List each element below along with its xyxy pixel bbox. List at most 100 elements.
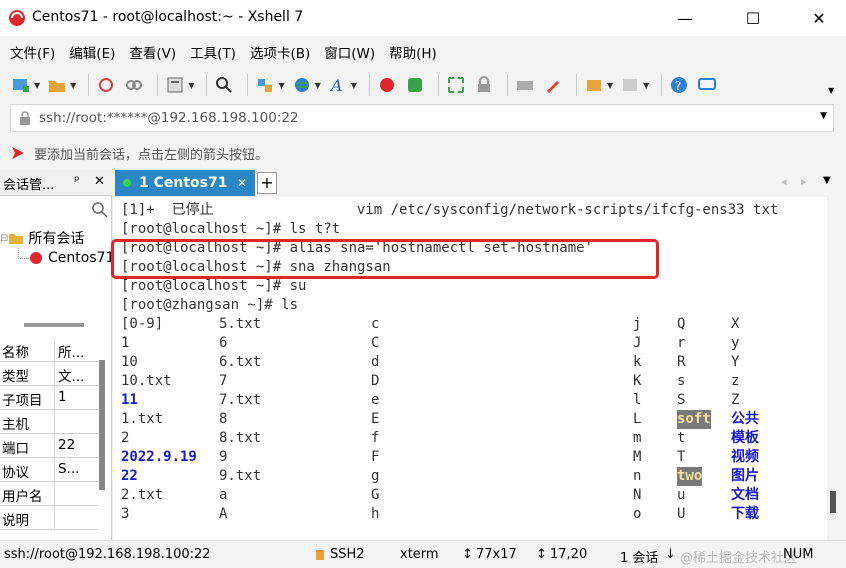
menu-window[interactable]: 窗口(W) [324,42,375,62]
panel-splitter[interactable] [24,323,84,327]
tab-scroll-right-icon[interactable]: ▸ [801,175,807,188]
chat-icon[interactable] [696,74,718,96]
menu-bar: 文件(F) 编辑(E) 查看(V) 工具(T) 选项卡(B) 窗口(W) 帮助(… [0,38,846,66]
status-sessions: 1 会话 [620,551,659,566]
fullscreen-icon[interactable] [445,74,467,96]
ls-entry: 9.txt [219,468,262,484]
ls-entry: 22 [121,468,138,484]
menu-tools[interactable]: 工具(T) [190,42,236,62]
ls-entry: l [633,392,642,408]
tab-scroll-left-icon[interactable]: ◂ [781,175,787,188]
ls-entry: E [371,411,380,427]
title-bar: Centos71 - root@localhost:~ - Xshell 7 —… [0,0,846,36]
highlight-icon[interactable] [542,74,564,96]
session-manager-panel: 会话管... ᵖ ✕ ⊟ 所有会话 Centos71 名称 所... 类型 文...… [0,170,114,540]
ls-entry: X [731,316,740,332]
pin-icon[interactable]: ᵖ [74,174,80,189]
ls-entry: u [677,487,686,503]
panel-close-icon[interactable]: ✕ [94,174,105,189]
properties-scrollbar[interactable] [99,360,105,490]
ls-entry: R [677,354,686,370]
disconnect-icon[interactable] [123,74,145,96]
ls-entry: f [371,430,380,446]
find-icon[interactable] [213,74,235,96]
folder-icon [9,234,24,244]
tab-centos71[interactable]: 1 Centos71 ✕ [115,170,255,196]
maximize-button[interactable]: ☐ [730,0,776,36]
toolbar-overflow-icon[interactable]: ▼ [828,86,834,95]
open-folder-icon[interactable] [46,74,68,96]
search-icon[interactable] [92,202,108,218]
address-input[interactable]: ssh://root:******@192.168.198.100:22 [39,110,299,126]
help-icon[interactable]: ? [668,74,690,96]
prop-row: 说明 [0,506,98,530]
menu-help[interactable]: 帮助(H) [389,42,437,62]
address-dropdown-icon[interactable]: ▼ [820,111,827,121]
ls-entry: n [633,468,642,484]
globe-icon[interactable] [291,74,313,96]
ls-entry: G [371,487,380,503]
terminal-scrollbar[interactable] [827,197,846,540]
status-size: 77x17 [476,547,517,562]
menu-view[interactable]: 查看(V) [129,42,176,62]
tab-list-icon[interactable]: ▼ [823,175,831,186]
address-bar[interactable]: ssh://root:******@192.168.198.100:22 ▼ [10,104,834,132]
layout-icon[interactable] [619,74,641,96]
new-tab-button[interactable]: + [257,172,277,194]
prop-row: 主机 [0,410,98,434]
lock-icon[interactable] [473,74,495,96]
ls-entry: 11 [121,392,138,408]
menu-tabs[interactable]: 选项卡(B) [250,42,310,62]
ls-entry: 视频 [731,449,759,465]
ls-entry: K [633,373,642,389]
cursor-icon: ↕ [536,547,547,562]
xshell-icon[interactable] [376,74,398,96]
menu-edit[interactable]: 编辑(E) [69,42,115,62]
ls-entry: 8.txt [219,430,262,446]
status-protocol: SSH2 [330,547,365,562]
size-icon: ↕ [462,547,473,562]
ls-entry: 10.txt [121,373,172,389]
close-window-button[interactable]: ✕ [796,0,842,36]
transfer-icon[interactable] [254,74,276,96]
ls-entry: soft [677,410,711,429]
xftp-icon[interactable] [404,74,426,96]
ls-entry: L [633,411,642,427]
status-watermark: @稀土掘金技术社区 [680,551,798,566]
ssh-lock-icon [316,550,324,560]
prop-row: 用户名 [0,482,98,506]
ls-entry: 2.txt [121,487,164,503]
arrow-icon[interactable] [10,144,28,162]
status-cursor: 17,20 [550,547,588,562]
tab-bar: 1 Centos71 ✕ + ◂ ▸ ▼ [113,170,846,196]
session-down-icon[interactable]: ↓ [665,547,676,562]
hint-text: 要添加当前会话，点击左侧的箭头按钮。 [34,147,269,163]
menu-file[interactable]: 文件(F) [10,42,55,62]
tree-item-centos71[interactable]: Centos71 [28,250,114,266]
new-session-icon[interactable] [10,74,32,96]
ls-entry: 6 [219,335,228,351]
window-title: Centos71 - root@localhost:~ - Xshell 7 [32,9,304,25]
minimize-button[interactable]: — [662,0,708,36]
keyboard-icon[interactable] [514,74,536,96]
ls-entry: [0-9] [121,316,164,332]
ls-entry: Q [677,316,686,332]
properties-icon[interactable] [164,74,186,96]
tree-root[interactable]: ⊟ 所有会话 [0,228,84,248]
prop-row: 协议 S... [0,458,98,482]
status-bar: ssh://root@192.168.198.100:22 SSH2 xterm… [0,540,846,568]
compose-icon[interactable] [583,74,605,96]
font-icon[interactable]: A [327,74,349,96]
ls-entry: g [371,468,380,484]
ls-entry: 1 [121,335,130,351]
ls-entry: 5.txt [219,316,262,332]
ls-entry: r [677,335,686,351]
ls-entry: 公共 [731,411,759,427]
ls-entry: D [371,373,380,389]
ls-entry: t [677,430,686,446]
tab-close-icon[interactable]: ✕ [237,176,247,190]
scroll-thumb[interactable] [830,491,836,513]
ls-entry: s [677,373,686,389]
reconnect-icon[interactable] [95,74,117,96]
terminal-output[interactable]: [1]+ 已停止 vim /etc/sysconfig/network-scri… [111,197,827,540]
